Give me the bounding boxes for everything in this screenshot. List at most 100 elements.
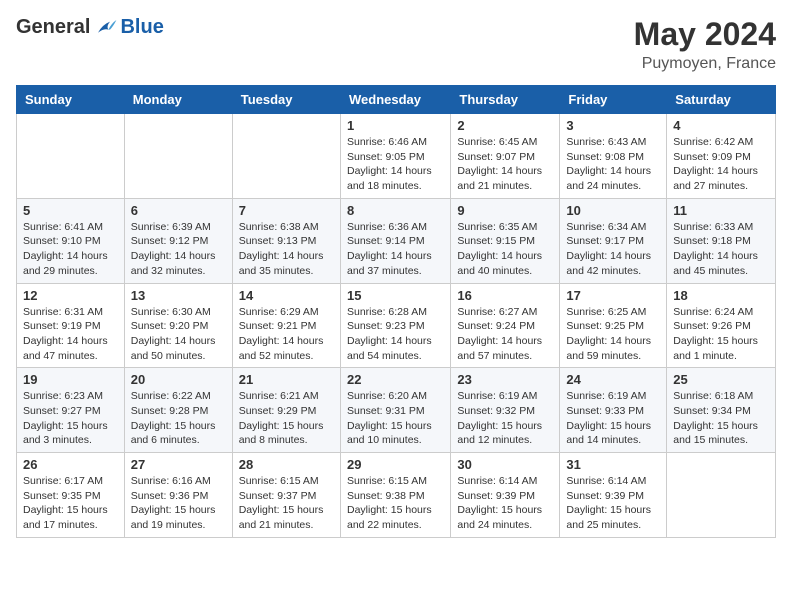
calendar-cell xyxy=(232,114,340,199)
calendar-cell: 1 Sunrise: 6:46 AMSunset: 9:05 PMDaylight… xyxy=(340,114,450,199)
day-number: 19 xyxy=(23,372,118,387)
day-number: 7 xyxy=(239,203,334,218)
calendar-day-header: Monday xyxy=(124,86,232,114)
calendar-cell xyxy=(667,453,776,538)
calendar-week-row: 5 Sunrise: 6:41 AMSunset: 9:10 PMDaylight… xyxy=(17,198,776,283)
day-info: Sunrise: 6:23 AMSunset: 9:27 PMDaylight:… xyxy=(23,389,118,448)
calendar-cell: 9Sunrise: 6:35 AMSunset: 9:15 PMDaylight… xyxy=(451,198,560,283)
calendar-week-row: 12 Sunrise: 6:31 AMSunset: 9:19 PMDayligh… xyxy=(17,283,776,368)
calendar-cell: 12 Sunrise: 6:31 AMSunset: 9:19 PMDayligh… xyxy=(17,283,125,368)
calendar-day-header: Tuesday xyxy=(232,86,340,114)
day-info: Sunrise: 6:39 AMSunset: 9:12 PMDaylight:… xyxy=(131,220,226,279)
calendar-cell: 14 Sunrise: 6:29 AMSunset: 9:21 PMDayligh… xyxy=(232,283,340,368)
day-info: Sunrise: 6:43 AMSunset: 9:08 PMDaylight:… xyxy=(566,135,660,194)
calendar-header-row: SundayMondayTuesdayWednesdayThursdayFrid… xyxy=(17,86,776,114)
logo: General Blue xyxy=(16,16,164,39)
day-number: 17 xyxy=(566,288,660,303)
day-info: Sunrise: 6:41 AMSunset: 9:10 PMDaylight:… xyxy=(23,220,118,279)
day-number: 12 xyxy=(23,288,118,303)
logo-blue-text: Blue xyxy=(120,16,163,39)
day-number: 1 xyxy=(347,118,444,133)
day-number: 21 xyxy=(239,372,334,387)
calendar-cell: 3 Sunrise: 6:43 AMSunset: 9:08 PMDaylight… xyxy=(560,114,667,199)
calendar-cell: 29 Sunrise: 6:15 AMSunset: 9:38 PMDayligh… xyxy=(340,453,450,538)
day-info: Sunrise: 6:42 AMSunset: 9:09 PMDaylight:… xyxy=(673,135,769,194)
day-number: 18 xyxy=(673,288,769,303)
day-info: Sunrise: 6:28 AMSunset: 9:23 PMDaylight:… xyxy=(347,305,444,364)
day-info: Sunrise: 6:38 AMSunset: 9:13 PMDaylight:… xyxy=(239,220,334,279)
day-info: Sunrise: 6:27 AMSunset: 9:24 PMDaylight:… xyxy=(457,305,553,364)
calendar-cell: 15 Sunrise: 6:28 AMSunset: 9:23 PMDayligh… xyxy=(340,283,450,368)
calendar-cell: 20Sunrise: 6:22 AMSunset: 9:28 PMDayligh… xyxy=(124,368,232,453)
logo-bird-icon xyxy=(94,18,118,38)
page-header: General Blue May 2024 Puymoyen, France xyxy=(16,16,776,73)
title-block: May 2024 Puymoyen, France xyxy=(634,16,776,73)
day-number: 5 xyxy=(23,203,118,218)
calendar-cell: 8Sunrise: 6:36 AMSunset: 9:14 PMDaylight… xyxy=(340,198,450,283)
day-info: Sunrise: 6:14 AMSunset: 9:39 PMDaylight:… xyxy=(457,474,553,533)
calendar-day-header: Sunday xyxy=(17,86,125,114)
calendar-cell: 4 Sunrise: 6:42 AMSunset: 9:09 PMDaylight… xyxy=(667,114,776,199)
calendar-day-header: Thursday xyxy=(451,86,560,114)
day-info: Sunrise: 6:15 AMSunset: 9:38 PMDaylight:… xyxy=(347,474,444,533)
day-number: 13 xyxy=(131,288,226,303)
day-info: Sunrise: 6:18 AMSunset: 9:34 PMDaylight:… xyxy=(673,389,769,448)
day-info: Sunrise: 6:15 AMSunset: 9:37 PMDaylight:… xyxy=(239,474,334,533)
calendar-cell: 31 Sunrise: 6:14 AMSunset: 9:39 PMDayligh… xyxy=(560,453,667,538)
day-number: 9 xyxy=(457,203,553,218)
day-info: Sunrise: 6:21 AMSunset: 9:29 PMDaylight:… xyxy=(239,389,334,448)
day-info: Sunrise: 6:31 AMSunset: 9:19 PMDaylight:… xyxy=(23,305,118,364)
calendar-cell: 10Sunrise: 6:34 AMSunset: 9:17 PMDayligh… xyxy=(560,198,667,283)
day-info: Sunrise: 6:29 AMSunset: 9:21 PMDaylight:… xyxy=(239,305,334,364)
day-number: 29 xyxy=(347,457,444,472)
day-number: 31 xyxy=(566,457,660,472)
calendar-cell: 22 Sunrise: 6:20 AMSunset: 9:31 PMDayligh… xyxy=(340,368,450,453)
day-number: 28 xyxy=(239,457,334,472)
day-info: Sunrise: 6:46 AMSunset: 9:05 PMDaylight:… xyxy=(347,135,444,194)
day-number: 15 xyxy=(347,288,444,303)
day-info: Sunrise: 6:19 AMSunset: 9:32 PMDaylight:… xyxy=(457,389,553,448)
month-title: May 2024 xyxy=(634,16,776,53)
day-number: 16 xyxy=(457,288,553,303)
location-title: Puymoyen, France xyxy=(634,55,776,73)
day-info: Sunrise: 6:45 AMSunset: 9:07 PMDaylight:… xyxy=(457,135,553,194)
day-number: 4 xyxy=(673,118,769,133)
day-info: Sunrise: 6:24 AMSunset: 9:26 PMDaylight:… xyxy=(673,305,769,364)
calendar-table: SundayMondayTuesdayWednesdayThursdayFrid… xyxy=(16,85,776,538)
day-info: Sunrise: 6:33 AMSunset: 9:18 PMDaylight:… xyxy=(673,220,769,279)
logo-general-text: General xyxy=(16,16,90,39)
day-info: Sunrise: 6:30 AMSunset: 9:20 PMDaylight:… xyxy=(131,305,226,364)
calendar-cell: 24Sunrise: 6:19 AMSunset: 9:33 PMDayligh… xyxy=(560,368,667,453)
calendar-cell: 23 Sunrise: 6:19 AMSunset: 9:32 PMDayligh… xyxy=(451,368,560,453)
day-number: 30 xyxy=(457,457,553,472)
calendar-cell: 19 Sunrise: 6:23 AMSunset: 9:27 PMDayligh… xyxy=(17,368,125,453)
day-info: Sunrise: 6:25 AMSunset: 9:25 PMDaylight:… xyxy=(566,305,660,364)
day-number: 25 xyxy=(673,372,769,387)
calendar-week-row: 26Sunrise: 6:17 AMSunset: 9:35 PMDayligh… xyxy=(17,453,776,538)
day-number: 14 xyxy=(239,288,334,303)
day-info: Sunrise: 6:19 AMSunset: 9:33 PMDaylight:… xyxy=(566,389,660,448)
calendar-cell xyxy=(124,114,232,199)
day-number: 3 xyxy=(566,118,660,133)
day-number: 26 xyxy=(23,457,118,472)
day-number: 10 xyxy=(566,203,660,218)
day-number: 23 xyxy=(457,372,553,387)
calendar-cell: 21 Sunrise: 6:21 AMSunset: 9:29 PMDayligh… xyxy=(232,368,340,453)
calendar-cell: 25 Sunrise: 6:18 AMSunset: 9:34 PMDayligh… xyxy=(667,368,776,453)
calendar-cell: 16 Sunrise: 6:27 AMSunset: 9:24 PMDayligh… xyxy=(451,283,560,368)
calendar-cell: 26Sunrise: 6:17 AMSunset: 9:35 PMDayligh… xyxy=(17,453,125,538)
day-number: 2 xyxy=(457,118,553,133)
day-info: Sunrise: 6:14 AMSunset: 9:39 PMDaylight:… xyxy=(566,474,660,533)
calendar-cell: 27 Sunrise: 6:16 AMSunset: 9:36 PMDayligh… xyxy=(124,453,232,538)
calendar-cell: 7 Sunrise: 6:38 AMSunset: 9:13 PMDaylight… xyxy=(232,198,340,283)
calendar-cell: 18 Sunrise: 6:24 AMSunset: 9:26 PMDayligh… xyxy=(667,283,776,368)
day-info: Sunrise: 6:20 AMSunset: 9:31 PMDaylight:… xyxy=(347,389,444,448)
day-number: 11 xyxy=(673,203,769,218)
calendar-cell: 6Sunrise: 6:39 AMSunset: 9:12 PMDaylight… xyxy=(124,198,232,283)
calendar-day-header: Saturday xyxy=(667,86,776,114)
day-number: 22 xyxy=(347,372,444,387)
day-number: 20 xyxy=(131,372,226,387)
day-number: 27 xyxy=(131,457,226,472)
calendar-cell: 28 Sunrise: 6:15 AMSunset: 9:37 PMDayligh… xyxy=(232,453,340,538)
day-info: Sunrise: 6:16 AMSunset: 9:36 PMDaylight:… xyxy=(131,474,226,533)
